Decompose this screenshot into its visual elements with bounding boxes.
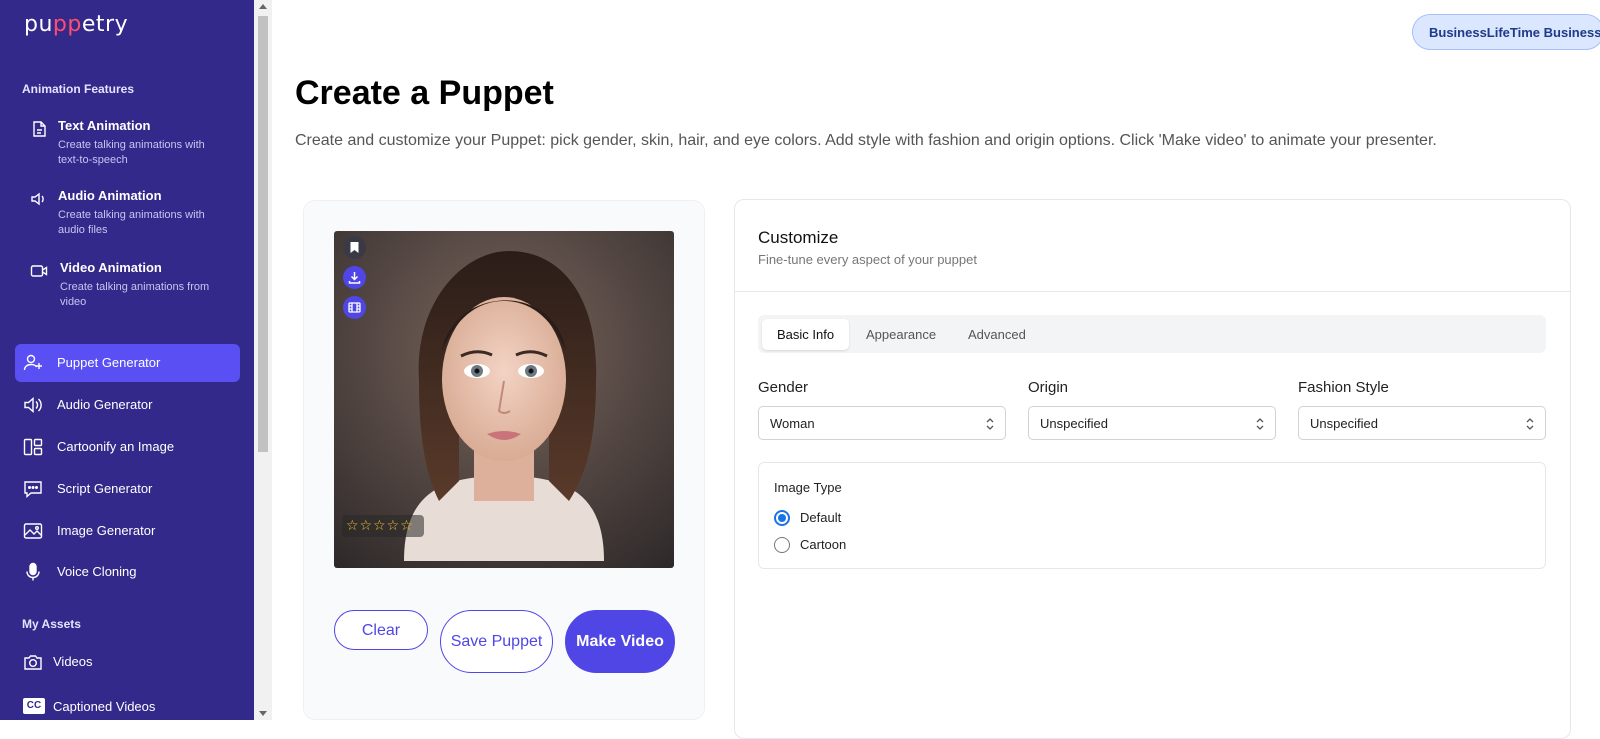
camera-icon — [24, 655, 42, 670]
sidebar-item-video-animation[interactable]: Video Animation Create talking animation… — [30, 260, 240, 310]
video-camera-icon — [30, 265, 48, 277]
download-button[interactable] — [343, 266, 366, 289]
text-animation-title: Text Animation — [58, 118, 151, 133]
customize-divider — [734, 291, 1571, 292]
microphone-icon — [26, 562, 40, 581]
chat-icon — [24, 481, 42, 499]
customize-subtitle: Fine-tune every aspect of your puppet — [758, 252, 977, 267]
sidebar-item-audio-animation[interactable]: Audio Animation Create talking animation… — [30, 188, 240, 238]
radio-default[interactable] — [774, 510, 790, 526]
text-animation-desc: Create talking animations with text-to-s… — [58, 139, 205, 166]
clear-button[interactable]: Clear — [334, 610, 428, 650]
sidebar-item-voice-cloning[interactable]: Voice Cloning — [15, 553, 240, 591]
voice-cloning-label: Voice Cloning — [57, 564, 137, 579]
bookmark-button[interactable] — [343, 236, 366, 259]
image-generator-label: Image Generator — [57, 523, 156, 538]
audio-generator-label: Audio Generator — [57, 397, 153, 412]
scrollbar-thumb[interactable] — [258, 16, 268, 452]
gender-select[interactable]: Woman — [758, 406, 1006, 440]
gender-label: Gender — [758, 379, 809, 396]
make-video-button[interactable]: Make Video — [565, 610, 675, 673]
star-rating[interactable]: ☆☆☆☆☆ — [342, 515, 424, 537]
sidebar-item-videos[interactable]: Videos — [15, 643, 240, 681]
tab-advanced[interactable]: Advanced — [953, 319, 1041, 350]
scroll-down-arrow-icon[interactable] — [259, 711, 267, 716]
page-title: Create a Puppet — [295, 74, 554, 112]
script-generator-label: Script Generator — [57, 481, 153, 496]
video-animation-desc: Create talking animations from video — [60, 281, 210, 308]
fashion-style-label: Fashion Style — [1298, 379, 1389, 396]
image-icon — [23, 523, 43, 539]
animation-features-heading: Animation Features — [22, 82, 135, 96]
film-button[interactable] — [343, 296, 366, 319]
my-assets-heading: My Assets — [22, 617, 81, 631]
audio-animation-desc: Create talking animations with audio fil… — [58, 209, 205, 236]
layout-icon — [23, 438, 43, 456]
video-animation-title: Video Animation — [60, 260, 162, 275]
radio-default-label[interactable]: Default — [800, 510, 841, 525]
puppet-generator-label: Puppet Generator — [57, 355, 161, 370]
tab-basic-info[interactable]: Basic Info — [762, 319, 850, 350]
film-icon — [348, 302, 361, 313]
page-subtitle: Create and customize your Puppet: pick g… — [295, 132, 1437, 149]
captioned-videos-label: Captioned Videos — [53, 699, 156, 714]
document-icon — [33, 121, 46, 137]
image-type-label: Image Type — [774, 480, 842, 495]
customize-title: Customize — [758, 228, 839, 247]
puppetry-logo[interactable]: puppetry — [24, 12, 128, 37]
rating-stars[interactable]: ☆☆☆☆☆ — [346, 517, 414, 533]
sidebar-item-audio-generator[interactable]: Audio Generator — [15, 386, 240, 424]
fashion-style-select[interactable]: Unspecified — [1298, 406, 1546, 440]
bookmark-icon — [350, 242, 359, 253]
download-icon — [348, 272, 361, 284]
sidebar-item-puppet-generator[interactable]: Puppet Generator — [15, 344, 240, 382]
speaker-icon — [31, 192, 44, 206]
radio-cartoon[interactable] — [774, 537, 790, 553]
gender-value: Woman — [770, 416, 815, 431]
sidebar-item-cartoonify[interactable]: Cartoonify an Image — [15, 428, 240, 466]
sidebar-item-text-animation[interactable]: Text Animation Create talking animations… — [30, 118, 240, 168]
sidebar-item-captioned-videos[interactable]: CC Captioned Videos — [15, 688, 240, 720]
chevron-updown-icon — [1526, 418, 1534, 430]
origin-label: Origin — [1028, 379, 1069, 396]
audio-animation-title: Audio Animation — [58, 188, 162, 203]
sidebar-item-script-generator[interactable]: Script Generator — [15, 470, 240, 508]
plan-badge[interactable]: BusinessLifeTime Business — [1412, 14, 1600, 50]
origin-select[interactable]: Unspecified — [1028, 406, 1276, 440]
radio-cartoon-label[interactable]: Cartoon — [800, 537, 846, 552]
sidebar: puppetry Animation Features Text Animati… — [0, 0, 254, 720]
chevron-updown-icon — [986, 418, 994, 430]
cartoonify-label: Cartoonify an Image — [57, 439, 175, 454]
speaker-icon — [24, 396, 42, 414]
save-puppet-button[interactable]: Save Puppet — [440, 610, 553, 673]
tab-appearance[interactable]: Appearance — [851, 319, 951, 350]
cc-icon: CC — [23, 698, 45, 714]
user-plus-icon — [23, 354, 42, 371]
origin-value: Unspecified — [1040, 416, 1108, 431]
image-type-group — [758, 462, 1546, 569]
fashion-style-value: Unspecified — [1310, 416, 1378, 431]
scroll-up-arrow-icon[interactable] — [259, 4, 267, 9]
sidebar-item-image-generator[interactable]: Image Generator — [15, 512, 240, 550]
videos-label: Videos — [53, 654, 93, 669]
chevron-updown-icon — [1256, 418, 1264, 430]
sidebar-scrollbar[interactable] — [254, 0, 272, 720]
